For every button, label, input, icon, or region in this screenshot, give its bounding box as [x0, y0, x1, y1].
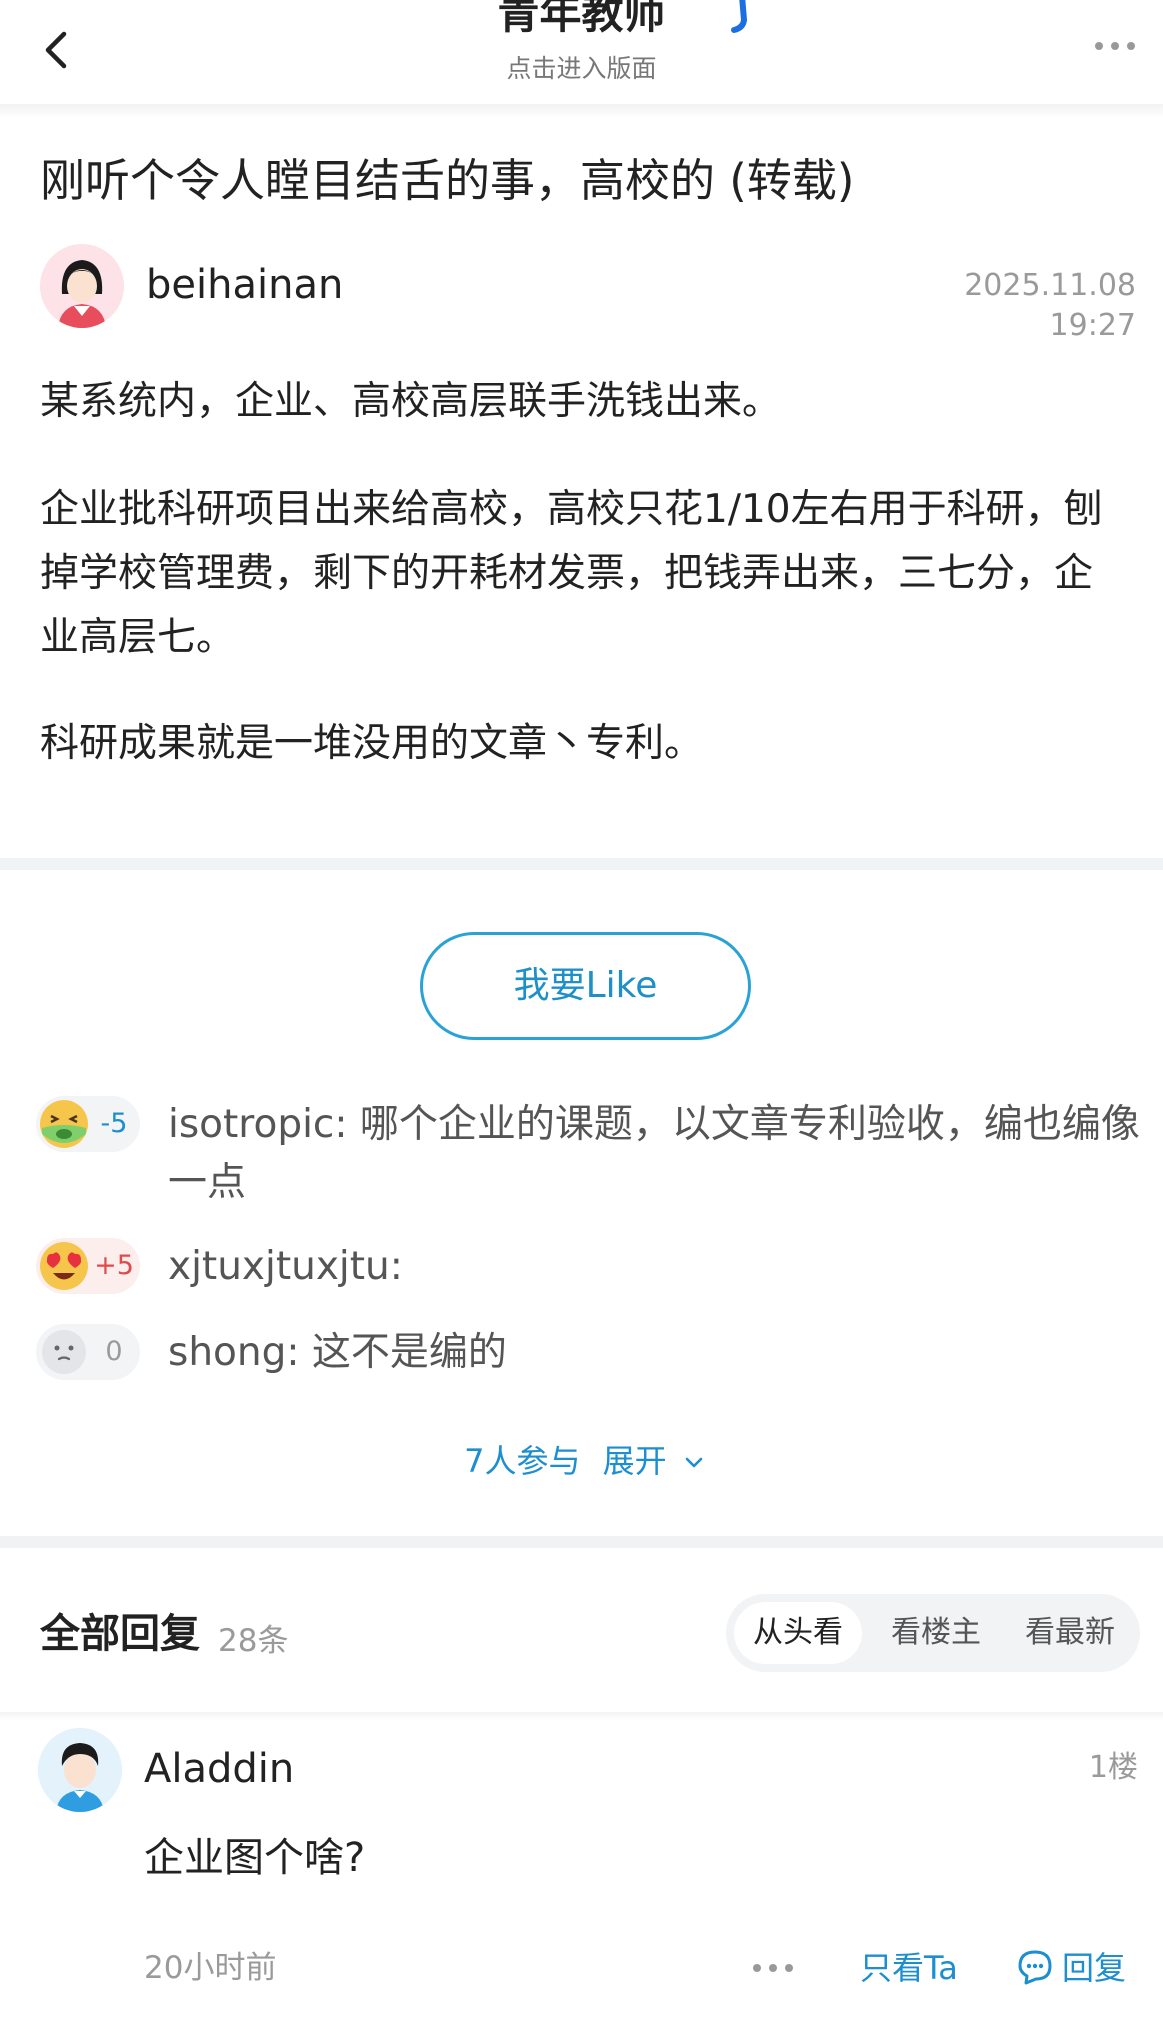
comment-bubble-icon [1016, 1948, 1054, 1986]
post-timestamp: 2025.11.08 19:27 [964, 268, 1136, 343]
all-replies-heading: 全部回复 [40, 1611, 200, 1657]
participants-count: 7人参与 [464, 1442, 581, 1480]
reply-button-label: 回复 [1062, 1949, 1127, 1987]
author-avatar[interactable] [40, 244, 124, 328]
reply-avatar[interactable] [38, 1728, 122, 1812]
reply-count: 28条 [218, 1623, 289, 1659]
post-paragraph: 企业批科研项目出来给高校，高校只花1/10左右用于科研，刨掉学校管理费，剩下的开… [40, 487, 1103, 660]
sort-op-only-tab[interactable]: 看楼主 [872, 1602, 1000, 1664]
post-paragraph: 科研成果就是一堆没用的文章丶专利。 [40, 721, 704, 766]
reply-more-icon[interactable] [748, 1956, 798, 1980]
neutral-face-icon [38, 1326, 90, 1378]
post-paragraph: 某系统内，企业、高校高层联手洗钱出来。 [40, 379, 782, 424]
like-button[interactable]: 我要Like [420, 932, 751, 1040]
reply-username[interactable]: Aladdin [144, 1744, 294, 1794]
score-badge: 0 [36, 1324, 140, 1380]
only-this-user-button[interactable]: 只看Ta [860, 1946, 958, 1990]
sort-from-start-tab[interactable]: 从头看 [734, 1602, 862, 1664]
quick-comment-text: shong: 这不是编的 [168, 1330, 507, 1375]
reply-floor-number: 1楼 [1088, 1750, 1138, 1785]
board-badge-icon [728, 0, 754, 34]
board-title[interactable]: 青年教师 [0, 0, 1163, 42]
participants-bar[interactable]: 7人参与 展开 [0, 1438, 1163, 1484]
sort-latest-tab[interactable]: 看最新 [1006, 1602, 1134, 1664]
score-badge: +5 [36, 1238, 140, 1294]
author-name[interactable]: beihainan [146, 260, 343, 310]
more-options-icon[interactable] [1090, 34, 1140, 58]
score-badge: -5 [36, 1096, 140, 1152]
post-title: 刚听个令人瞠目结舌的事，高校的 (转载) [40, 154, 855, 207]
reply-text: 企业图个啥? [144, 1835, 366, 1881]
reply-timestamp: 20小时前 [144, 1950, 277, 1986]
score-value: 0 [105, 1336, 123, 1367]
score-value: +5 [94, 1250, 134, 1281]
sick-face-icon [38, 1098, 90, 1150]
expand-link[interactable]: 展开 [603, 1442, 667, 1480]
header-divider [0, 104, 1163, 118]
chevron-down-icon [685, 1457, 703, 1468]
board-subtitle[interactable]: 点击进入版面 [0, 54, 1163, 84]
section-divider [0, 1536, 1163, 1548]
section-divider [0, 858, 1163, 870]
heart-eyes-icon [38, 1240, 90, 1292]
score-value: -5 [100, 1108, 128, 1139]
quick-comment-text: xjtuxjtuxjtu: [168, 1244, 403, 1289]
reply-divider [0, 1712, 1163, 1720]
quick-comment-text: isotropic: 哪个企业的课题，以文章专利验收，编也编像一点 [168, 1102, 1140, 1205]
sort-segmented-control: 从头看 看楼主 看最新 [726, 1594, 1140, 1672]
